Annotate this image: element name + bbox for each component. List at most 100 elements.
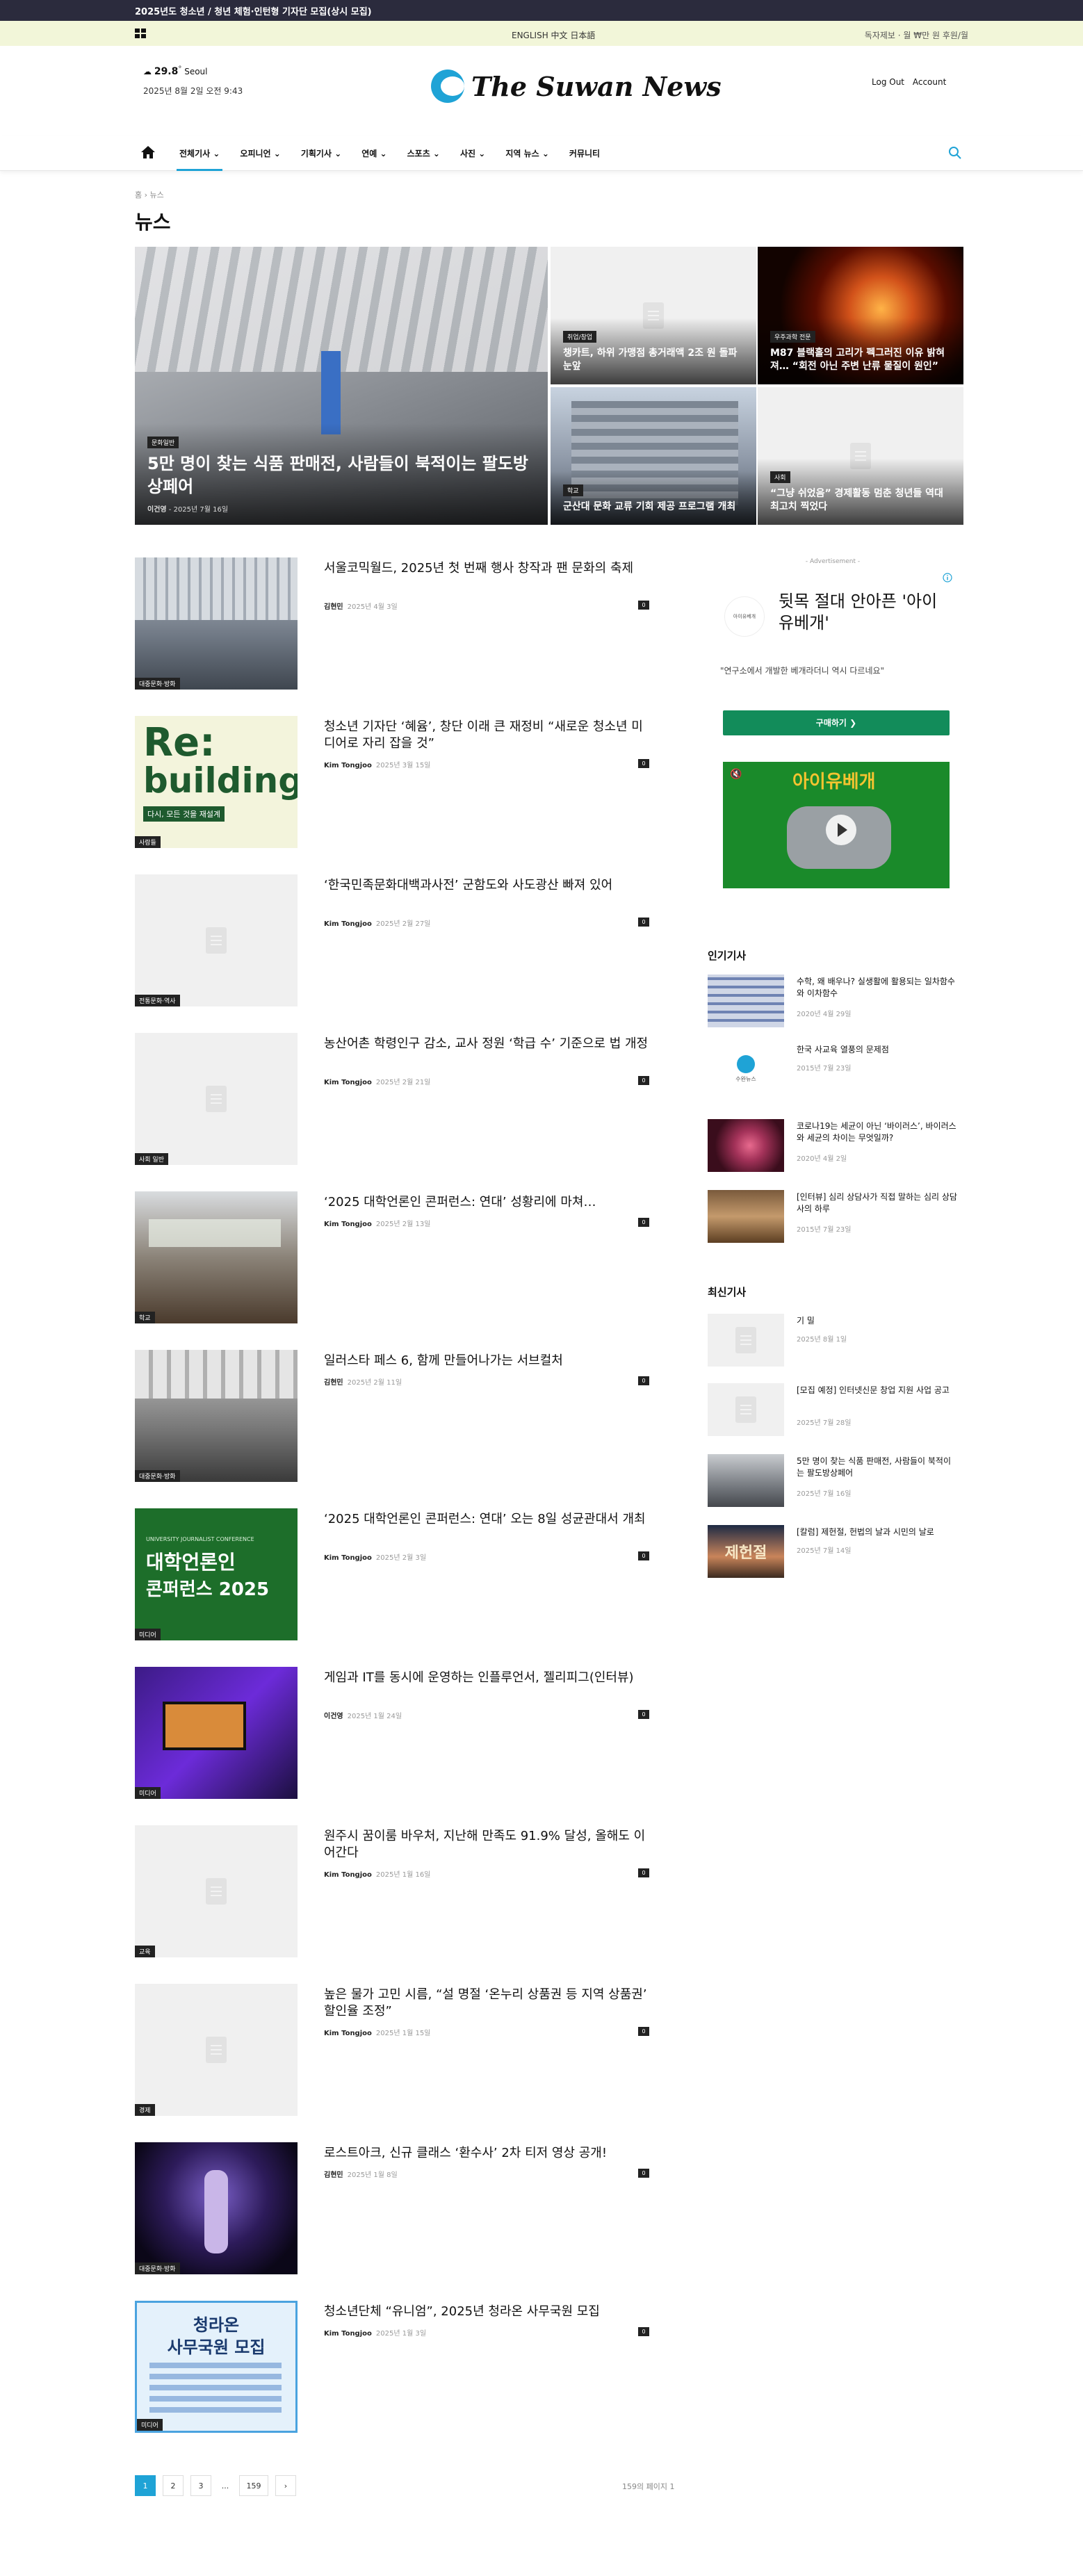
article-title[interactable]: 일러스타 페스 6, 함께 만들어나가는 서브컬처 — [324, 1353, 651, 1369]
ad-video[interactable]: 🔇 아이유베개 — [723, 762, 950, 888]
page-last-button[interactable]: 159 — [239, 2475, 268, 2496]
article-title[interactable]: 청소년단체 “유니엄”, 2025년 청라온 사무국원 모집 — [324, 2304, 651, 2320]
ad-headline[interactable]: 뒷목 절대 안아픈 '아이유베개' — [779, 591, 938, 634]
article-thumbnail[interactable]: 교육 — [135, 1825, 298, 1957]
ad-brand-logo[interactable]: 아이유베개 — [724, 596, 765, 637]
latest-title[interactable]: 5만 명이 찾는 식품 판매전, 사람들이 북적이는 팔도방상페어 — [797, 1456, 958, 1480]
comment-count[interactable]: 0 — [638, 1710, 649, 1719]
article-title[interactable]: ‘2025 대학언론인 콘퍼런스: 연대’ 오는 8일 성균관대서 개최 — [324, 1511, 651, 1528]
comment-count[interactable]: 0 — [638, 759, 649, 768]
article-thumbnail[interactable]: 경제 — [135, 1984, 298, 2116]
nav-item-opinion[interactable]: 오피니언 ⌄ — [240, 136, 280, 171]
subscribe-links[interactable]: 독자제보 · 월 ₩만 원 후원/월 — [865, 29, 968, 41]
search-icon[interactable] — [948, 146, 962, 160]
popular-date: 2015년 7월 23일 — [797, 1226, 852, 1234]
hero-main-badge[interactable]: 문화일반 — [147, 437, 179, 449]
site-logo[interactable]: The Suwan News — [431, 70, 722, 103]
account-link[interactable]: Account — [913, 77, 946, 87]
article-title[interactable]: 서울코믹월드, 2025년 첫 번째 행사 창작과 팬 문화의 축제 — [324, 560, 651, 577]
thumbnail-photo — [149, 1219, 281, 1247]
logout-link[interactable]: Log Out — [872, 77, 904, 87]
ad-buy-button[interactable]: 구매하기 ❯ — [723, 710, 950, 735]
nav-item-all-articles[interactable]: 전체기사 ⌄ — [176, 136, 223, 171]
latest-title[interactable]: [칼럼] 제헌절, 헌법의 날과 시민의 날로 — [797, 1526, 958, 1538]
hero-tile-3[interactable]: 우주과학 전문 M87 블랙홀의 고리가 펙그러진 이유 밝혀져… “회전 아닌… — [758, 247, 963, 384]
hero-tile-4[interactable]: 학교 군산대 문화 교류 기회 제공 프로그램 개최 — [551, 387, 756, 525]
page-1-button[interactable]: 1 — [135, 2475, 156, 2496]
mute-icon[interactable]: 🔇 — [730, 769, 742, 780]
popular-title[interactable]: 코로나19는 세균이 아닌 ‘바이러스’, 바이러스와 세균의 차이는 무엇일까… — [797, 1120, 958, 1145]
announcement-headline[interactable]: 2025년도 청소년 / 청년 체험·인턴형 기자단 모집(상시 모집) — [135, 4, 372, 17]
page-2-button[interactable]: 2 — [163, 2475, 184, 2496]
breadcrumb[interactable]: 홈 › 뉴스 — [135, 189, 164, 200]
article-thumbnail[interactable]: 청라온 사무국원 모집 미디어 — [135, 2301, 298, 2433]
list-item: 미디어 게임과 IT를 동시에 운영하는 인플루언서, 젤리피그(인터뷰) 이건… — [135, 1667, 649, 1799]
popular-thumbnail[interactable] — [708, 1190, 784, 1243]
nav-item-entertainment[interactable]: 연예 ⌄ — [361, 136, 386, 171]
article-meta: 이건영 2025년 1월 24일 — [324, 1713, 402, 1720]
popular-title[interactable]: [인터뷰] 심리 상담사가 직접 말하는 심리 상담사의 하루 — [797, 1191, 958, 1216]
article-thumbnail[interactable]: 대학언론인 콘퍼런스 2025 UNIVERSITY JOURNALIST CO… — [135, 1508, 298, 1640]
play-icon[interactable] — [826, 815, 856, 845]
comment-count[interactable]: 0 — [638, 2027, 649, 2036]
latest-thumbnail[interactable] — [708, 1454, 784, 1507]
article-title[interactable]: 로스트아크, 신규 클래스 ‘환수사’ 2차 티저 영상 공개! — [324, 2145, 651, 2162]
comment-count[interactable]: 0 — [638, 601, 649, 610]
article-thumbnail[interactable]: 학교 — [135, 1191, 298, 1323]
article-title[interactable]: 청소년 기자단 ‘혜윰’, 창단 이래 큰 재정비 “새로운 청소년 미디어로 … — [324, 719, 651, 753]
popular-thumbnail[interactable] — [708, 975, 784, 1027]
hero-tile-2[interactable]: 취업/창업 챙카트, 하위 가맹점 총거래액 2조 원 돌파 눈앞 — [551, 247, 756, 384]
latest-date: 2025년 7월 14일 — [797, 1547, 852, 1555]
nav-item-community[interactable]: 커뮤니티 — [569, 136, 600, 171]
hero-main-title[interactable]: 5만 명이 찾는 식품 판매전, 사람들이 북적이는 팔도방상페어 — [147, 453, 535, 498]
article-title[interactable]: ‘2025 대학언론인 콘퍼런스: 연대’ 성황리에 마쳐… — [324, 1194, 651, 1211]
language-links[interactable]: ENGLISH 中文 日本語 — [512, 29, 595, 41]
hero-main-tile[interactable]: 문화일반 5만 명이 찾는 식품 판매전, 사람들이 북적이는 팔도방상페어 이… — [135, 247, 548, 525]
article-title[interactable]: 게임과 IT를 동시에 운영하는 인플루언서, 젤리피그(인터뷰) — [324, 1670, 651, 1686]
latest-title[interactable]: 기 밀 — [797, 1315, 958, 1327]
latest-title[interactable]: [모집 예정] 인터넷신문 창업 지원 사업 공고 — [797, 1385, 958, 1396]
ad-info-icon[interactable] — [943, 573, 952, 582]
list-item: 전통문화·역사 ‘한국민족문화대백과사전’ 군함도와 사도광산 빠져 있어 Ki… — [135, 874, 649, 1006]
comment-count[interactable]: 0 — [638, 1868, 649, 1877]
article-title[interactable]: 높은 물가 고민 시름, “설 명절 ‘온누리 상품권 등 지역 상품권’ 할인… — [324, 1987, 651, 2021]
article-thumbnail[interactable]: Re: building 다시, 모든 것을 재설계 사람들 — [135, 716, 298, 848]
thumbnail-text-bottom: building — [143, 760, 298, 801]
comment-count[interactable]: 0 — [638, 918, 649, 927]
latest-thumbnail[interactable] — [708, 1383, 784, 1436]
comment-count[interactable]: 0 — [638, 2169, 649, 2178]
article-thumbnail[interactable]: 사회 일반 — [135, 1033, 298, 1165]
comment-count[interactable]: 0 — [638, 1376, 649, 1385]
popular-thumbnail[interactable]: 수완뉴스 — [708, 1043, 784, 1095]
article-thumbnail[interactable]: 대중문화·방화 — [135, 1350, 298, 1482]
list-item: 대중문화·방화 로스트아크, 신규 클래스 ‘환수사’ 2차 티저 영상 공개!… — [135, 2142, 649, 2274]
article-thumbnail[interactable]: 전통문화·역사 — [135, 874, 298, 1006]
nav-item-sports[interactable]: 스포츠 ⌄ — [407, 136, 440, 171]
nav-item-photo[interactable]: 사진 ⌄ — [460, 136, 485, 171]
article-thumbnail[interactable]: 대중문화·방화 — [135, 557, 298, 690]
next-page-button[interactable]: › — [275, 2475, 296, 2496]
article-title[interactable]: ‘한국민족문화대백과사전’ 군함도와 사도광산 빠져 있어 — [324, 877, 651, 894]
list-item: 사회 일반 농산어촌 학령인구 감소, 교사 정원 ‘학급 수’ 기준으로 법 … — [135, 1033, 649, 1165]
popular-thumbnail[interactable] — [708, 1119, 784, 1172]
article-title[interactable]: 원주시 꿈이룸 바우처, 지난해 만족도 91.9% 달성, 올해도 이어간다 — [324, 1828, 651, 1862]
page-3-button[interactable]: 3 — [190, 2475, 211, 2496]
menu-grid-icon[interactable] — [135, 28, 146, 38]
comment-count[interactable]: 0 — [638, 2327, 649, 2336]
latest-item: 기 밀 2025년 8월 1일 — [708, 1314, 958, 1369]
comment-count[interactable]: 0 — [638, 1076, 649, 1085]
home-icon[interactable] — [140, 145, 156, 159]
nav-item-local-news[interactable]: 지역 뉴스 ⌄ — [505, 136, 549, 171]
hero-tile-5[interactable]: 사회 “그냥 쉬었음” 경제활동 멈춘 청년들 역대 최고치 찍었다 — [758, 387, 963, 525]
comment-count[interactable]: 0 — [638, 1218, 649, 1227]
nav-item-features[interactable]: 기획기사 ⌄ — [301, 136, 341, 171]
placeholder-image-icon — [206, 927, 227, 954]
latest-thumbnail[interactable] — [708, 1314, 784, 1367]
article-title[interactable]: 농산어촌 학령인구 감소, 교사 정원 ‘학급 수’ 기준으로 법 개정 — [324, 1036, 651, 1052]
popular-title[interactable]: 한국 사교육 열풍의 문제점 — [797, 1044, 958, 1056]
latest-thumbnail[interactable]: 제헌절 — [708, 1525, 784, 1578]
comment-count[interactable]: 0 — [638, 1551, 649, 1560]
popular-title[interactable]: 수학, 왜 배우나? 실생활에 활용되는 일차함수와 이차함수 — [797, 976, 958, 1000]
article-thumbnail[interactable]: 미디어 — [135, 1667, 298, 1799]
article-thumbnail[interactable]: 대중문화·방화 — [135, 2142, 298, 2274]
